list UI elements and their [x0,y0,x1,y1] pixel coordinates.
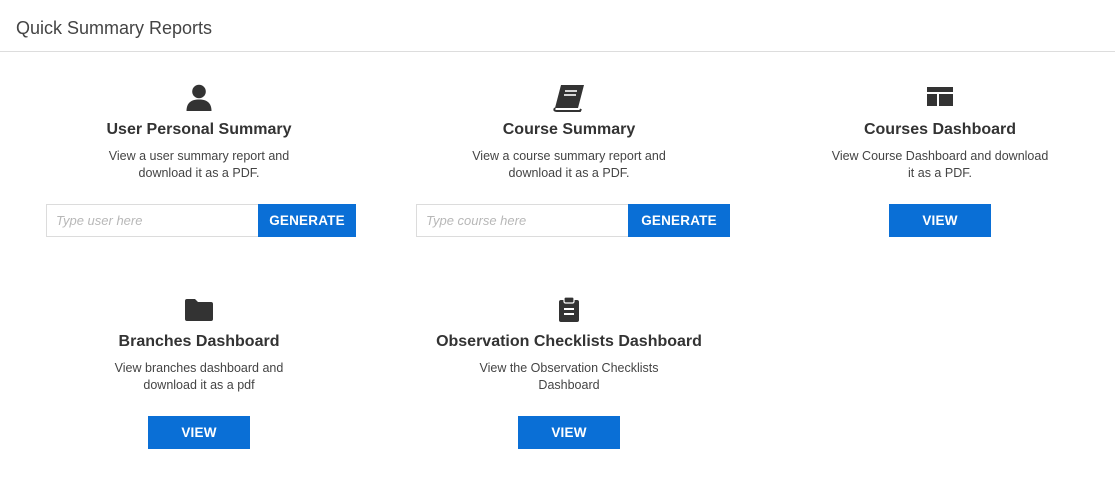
card-title: Branches Dashboard [118,333,280,350]
card-course-summary: Course Summary View a course summary rep… [414,84,724,182]
user-summary-form: GENERATE [46,204,356,237]
clipboard-icon [414,296,724,326]
card-description: View the Observation Checklists Dashboar… [479,361,659,392]
generate-course-summary-button[interactable]: GENERATE [628,204,730,237]
view-observation-checklists-button[interactable]: VIEW [518,416,620,449]
user-icon [44,84,354,114]
view-courses-dashboard-button[interactable]: VIEW [889,204,991,237]
course-summary-form: GENERATE [416,204,730,237]
card-courses-dashboard: Courses Dashboard View Course Dashboard … [785,84,1095,182]
card-title: Courses Dashboard [863,121,1017,138]
section-header: Quick Summary Reports [0,0,1115,52]
card-description: View branches dashboard and download it … [114,361,284,392]
card-branches-dashboard: Branches Dashboard View branches dashboa… [44,296,354,394]
card-title: Course Summary [502,121,636,138]
book-icon [414,84,724,114]
user-search-input[interactable] [46,204,258,237]
course-search-input[interactable] [416,204,628,237]
quick-summary-reports-page: Quick Summary Reports User Personal Summ… [0,0,1115,489]
view-branches-dashboard-button[interactable]: VIEW [148,416,250,449]
card-description: View a user summary report and download … [108,149,290,180]
card-user-personal-summary: User Personal Summary View a user summar… [44,84,354,182]
page-title: Quick Summary Reports [16,18,213,38]
card-title: Observation Checklists Dashboard [436,333,702,350]
card-title: User Personal Summary [106,121,292,138]
card-description: View Course Dashboard and download it as… [831,149,1049,180]
card-description: View a course summary report and downloa… [472,149,666,180]
card-observation-checklists-dashboard: Observation Checklists Dashboard View th… [414,296,724,394]
generate-user-summary-button[interactable]: GENERATE [258,204,356,237]
folder-icon [44,296,354,326]
dashboard-layout-icon [785,84,1095,114]
